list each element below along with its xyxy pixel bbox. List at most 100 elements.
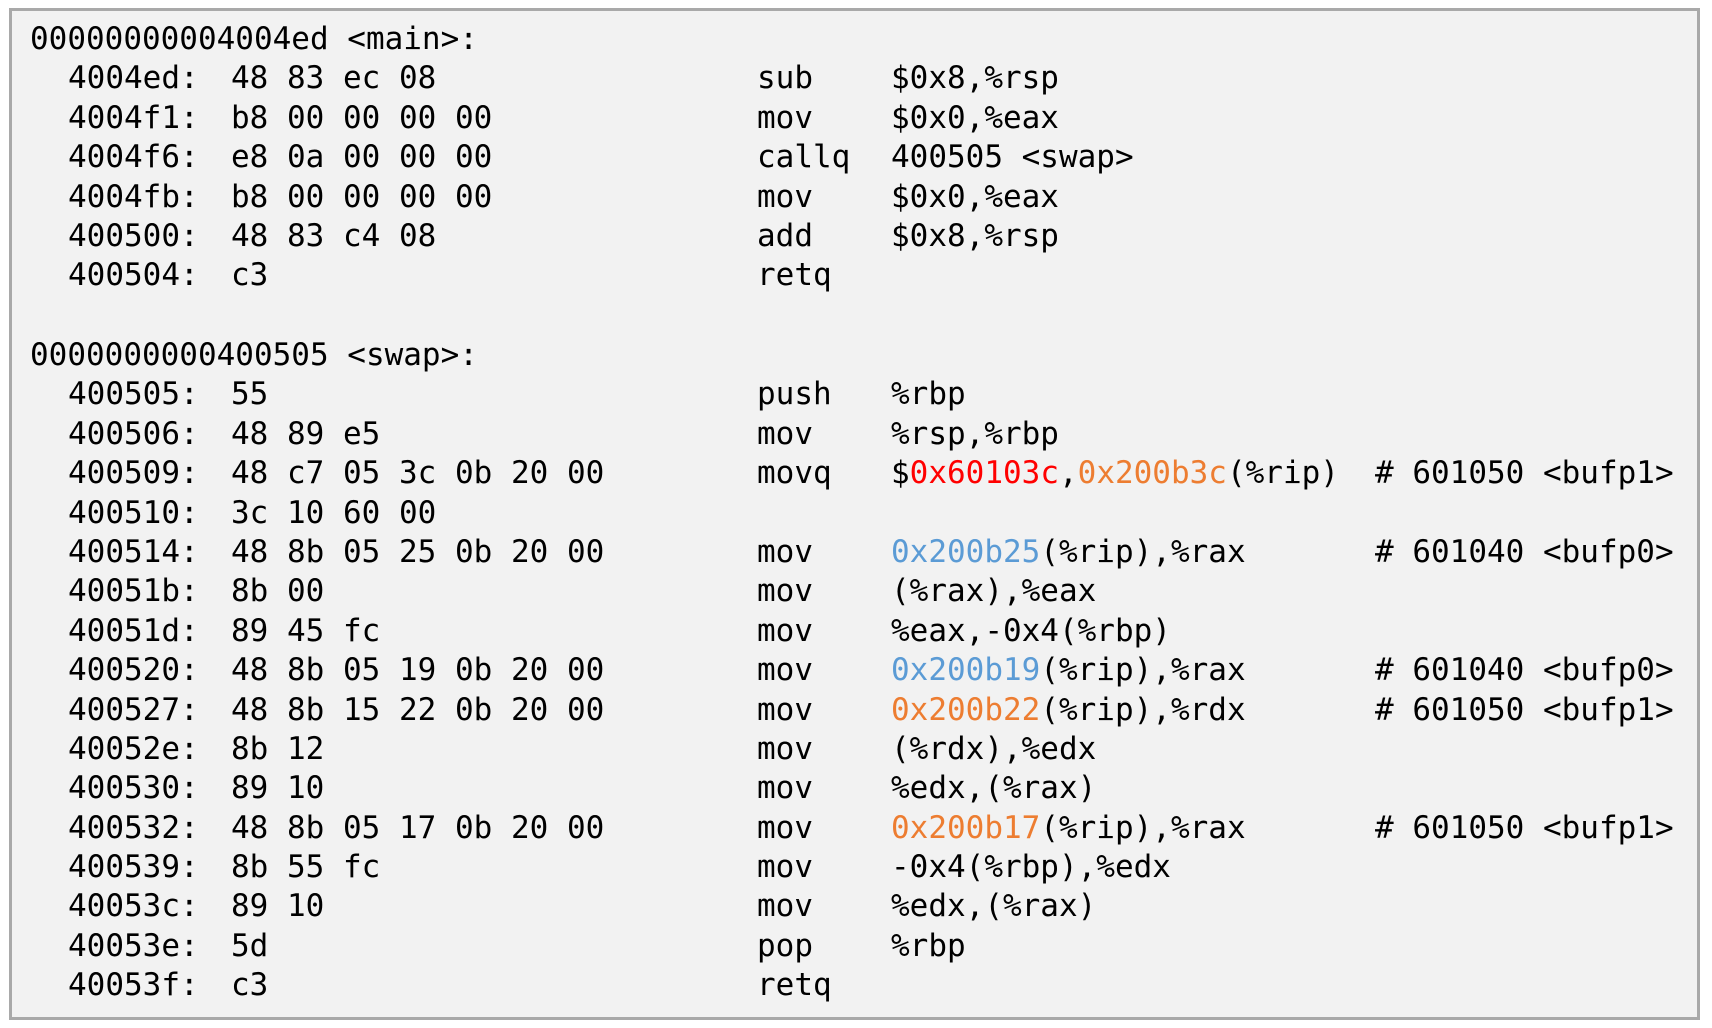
instruction-row: 400532: 48 8b 05 17 0b 20 00 mov 0x200b1… bbox=[30, 809, 1697, 848]
instruction-mnemonic: add bbox=[757, 217, 813, 254]
instruction-mnemonic: mov bbox=[757, 415, 813, 452]
instruction-operands: %rsp,%rbp bbox=[891, 415, 1059, 452]
instruction-row: 4004f6: e8 0a 00 00 00 callq 400505 <swa… bbox=[30, 138, 1697, 177]
instruction-operands: %rbp bbox=[891, 927, 966, 964]
instruction-row: 400514: 48 8b 05 25 0b 20 00 mov 0x200b2… bbox=[30, 533, 1697, 572]
instruction-mnemonic: mov bbox=[757, 178, 813, 215]
instruction-bytes: 5d bbox=[231, 927, 269, 964]
instruction-address: 4004ed: bbox=[68, 60, 199, 97]
instruction-bytes: 8b 12 bbox=[231, 730, 325, 767]
instruction-address: 400520: bbox=[68, 652, 199, 689]
instruction-comment: # 601050 <bufp1> bbox=[1375, 809, 1674, 846]
instruction-mnemonic: retq bbox=[757, 257, 832, 294]
instruction-bytes: 8b 00 bbox=[231, 573, 325, 610]
instruction-address: 40053f: bbox=[68, 967, 199, 1004]
instruction-mnemonic: mov bbox=[757, 809, 813, 846]
operand-suffix: (%rip),%rax bbox=[1040, 652, 1246, 689]
instruction-operands: $0x60103c,0x200b3c(%rip) bbox=[891, 454, 1339, 493]
function-header-swap: 0000000000400505 <swap>: bbox=[30, 337, 478, 373]
instruction-row: 400506: 48 89 e5 mov %rsp,%rbp bbox=[30, 415, 1697, 454]
instruction-operands: 0x200b25(%rip),%rax bbox=[891, 533, 1246, 572]
pc-offset-highlight: 0x200b22 bbox=[891, 691, 1041, 728]
instruction-operands: %eax,-0x4(%rbp) bbox=[891, 612, 1171, 649]
instruction-mnemonic: mov bbox=[757, 652, 813, 689]
immediate-address-highlight: 0x60103c bbox=[909, 455, 1059, 492]
instruction-row: 400527: 48 8b 15 22 0b 20 00 mov 0x200b2… bbox=[30, 691, 1697, 730]
instruction-bytes: 48 8b 05 25 0b 20 00 bbox=[231, 533, 605, 570]
instruction-row: 4004f1: b8 00 00 00 00 mov $0x0,%eax bbox=[30, 99, 1697, 138]
instruction-address: 40053e: bbox=[68, 927, 199, 964]
instruction-row: 400539: 8b 55 fc mov -0x4(%rbp),%edx bbox=[30, 848, 1697, 887]
instruction-address: 400506: bbox=[68, 415, 199, 452]
instruction-address: 40051b: bbox=[68, 573, 199, 610]
instruction-bytes: 3c 10 60 00 bbox=[231, 494, 437, 531]
instruction-row: 400520: 48 8b 05 19 0b 20 00 mov 0x200b1… bbox=[30, 651, 1697, 690]
instruction-mnemonic: mov bbox=[757, 99, 813, 136]
instruction-operands: $0x8,%rsp bbox=[891, 217, 1059, 254]
instruction-row: 40052e: 8b 12 mov (%rdx),%edx bbox=[30, 730, 1697, 769]
instruction-row: 400530: 89 10 mov %edx,(%rax) bbox=[30, 769, 1697, 808]
instruction-row: 4004ed: 48 83 ec 08 sub $0x8,%rsp bbox=[30, 59, 1697, 98]
instruction-mnemonic: mov bbox=[757, 573, 813, 610]
pc-offset-highlight: 0x200b19 bbox=[891, 652, 1041, 689]
instruction-address: 4004f6: bbox=[68, 139, 199, 176]
instruction-bytes: 48 89 e5 bbox=[231, 415, 381, 452]
instruction-mnemonic: pop bbox=[757, 927, 813, 964]
instruction-bytes: e8 0a 00 00 00 bbox=[231, 139, 493, 176]
operand-prefix: $ bbox=[891, 455, 910, 492]
instruction-operands: (%rax),%eax bbox=[891, 573, 1097, 610]
instruction-address: 400509: bbox=[68, 455, 199, 492]
instruction-bytes: 48 83 ec 08 bbox=[231, 60, 437, 97]
disassembly-listing: 00000000004004ed <main>: 4004ed: 48 83 e… bbox=[9, 8, 1700, 1020]
instruction-address: 40052e: bbox=[68, 730, 199, 767]
instruction-address: 400514: bbox=[68, 533, 199, 570]
instruction-bytes: b8 00 00 00 00 bbox=[231, 178, 493, 215]
instruction-bytes: 89 45 fc bbox=[231, 612, 381, 649]
instruction-comment: # 601050 <bufp1> bbox=[1375, 691, 1674, 728]
instruction-operands: 0x200b17(%rip),%rax bbox=[891, 809, 1246, 848]
instruction-row: 400505: 55 push %rbp bbox=[30, 375, 1697, 414]
instruction-operands: 400505 <swap> bbox=[891, 139, 1134, 176]
instruction-mnemonic: push bbox=[757, 376, 832, 413]
function-swap-section: 0000000000400505 <swap>: 400505: 55 push… bbox=[30, 336, 1697, 1006]
instruction-operands: $0x0,%eax bbox=[891, 99, 1059, 136]
instruction-mnemonic: mov bbox=[757, 612, 813, 649]
instruction-bytes: 48 8b 05 19 0b 20 00 bbox=[231, 652, 605, 689]
instruction-address: 400532: bbox=[68, 809, 199, 846]
instruction-address: 40051d: bbox=[68, 612, 199, 649]
instruction-mnemonic: mov bbox=[757, 770, 813, 807]
instruction-address: 400527: bbox=[68, 691, 199, 728]
instruction-bytes: c3 bbox=[231, 257, 269, 294]
instruction-row: 40053c: 89 10 mov %edx,(%rax) bbox=[30, 887, 1697, 926]
instruction-bytes: 48 8b 05 17 0b 20 00 bbox=[231, 809, 605, 846]
instruction-bytes: 48 c7 05 3c 0b 20 00 bbox=[231, 455, 605, 492]
instruction-operands: 0x200b19(%rip),%rax bbox=[891, 651, 1246, 690]
function-main-section: 00000000004004ed <main>: 4004ed: 48 83 e… bbox=[30, 20, 1697, 296]
instruction-address: 400539: bbox=[68, 849, 199, 886]
instruction-mnemonic: callq bbox=[757, 139, 851, 176]
instruction-bytes: 89 10 bbox=[231, 770, 325, 807]
instruction-address: 400504: bbox=[68, 257, 199, 294]
instruction-comment: # 601050 <bufp1> bbox=[1375, 455, 1674, 492]
instruction-mnemonic: mov bbox=[757, 888, 813, 925]
instruction-row: 40053e: 5d pop %rbp bbox=[30, 927, 1697, 966]
instruction-mnemonic: movq bbox=[757, 455, 832, 492]
instruction-operands: 0x200b22(%rip),%rdx bbox=[891, 691, 1246, 730]
instruction-mnemonic: mov bbox=[757, 533, 813, 570]
instruction-operands: %edx,(%rax) bbox=[891, 770, 1097, 807]
instruction-address: 400500: bbox=[68, 217, 199, 254]
instruction-row: 4004fb: b8 00 00 00 00 mov $0x0,%eax bbox=[30, 178, 1697, 217]
instruction-address: 400530: bbox=[68, 770, 199, 807]
instruction-bytes: b8 00 00 00 00 bbox=[231, 99, 493, 136]
instruction-mnemonic: mov bbox=[757, 730, 813, 767]
instruction-operands: %edx,(%rax) bbox=[891, 888, 1097, 925]
instruction-bytes: 89 10 bbox=[231, 888, 325, 925]
instruction-row: 400510: 3c 10 60 00 bbox=[30, 494, 1697, 533]
instruction-row: 400500: 48 83 c4 08 add $0x8,%rsp bbox=[30, 217, 1697, 256]
instruction-bytes: 48 83 c4 08 bbox=[231, 217, 437, 254]
instruction-bytes: 8b 55 fc bbox=[231, 849, 381, 886]
instruction-row: 400509: 48 c7 05 3c 0b 20 00 movq $0x601… bbox=[30, 454, 1697, 493]
pc-offset-highlight: 0x200b3c bbox=[1077, 455, 1227, 492]
operand-suffix: (%rip),%rdx bbox=[1040, 691, 1246, 728]
operand-suffix: (%rip),%rax bbox=[1040, 533, 1246, 570]
